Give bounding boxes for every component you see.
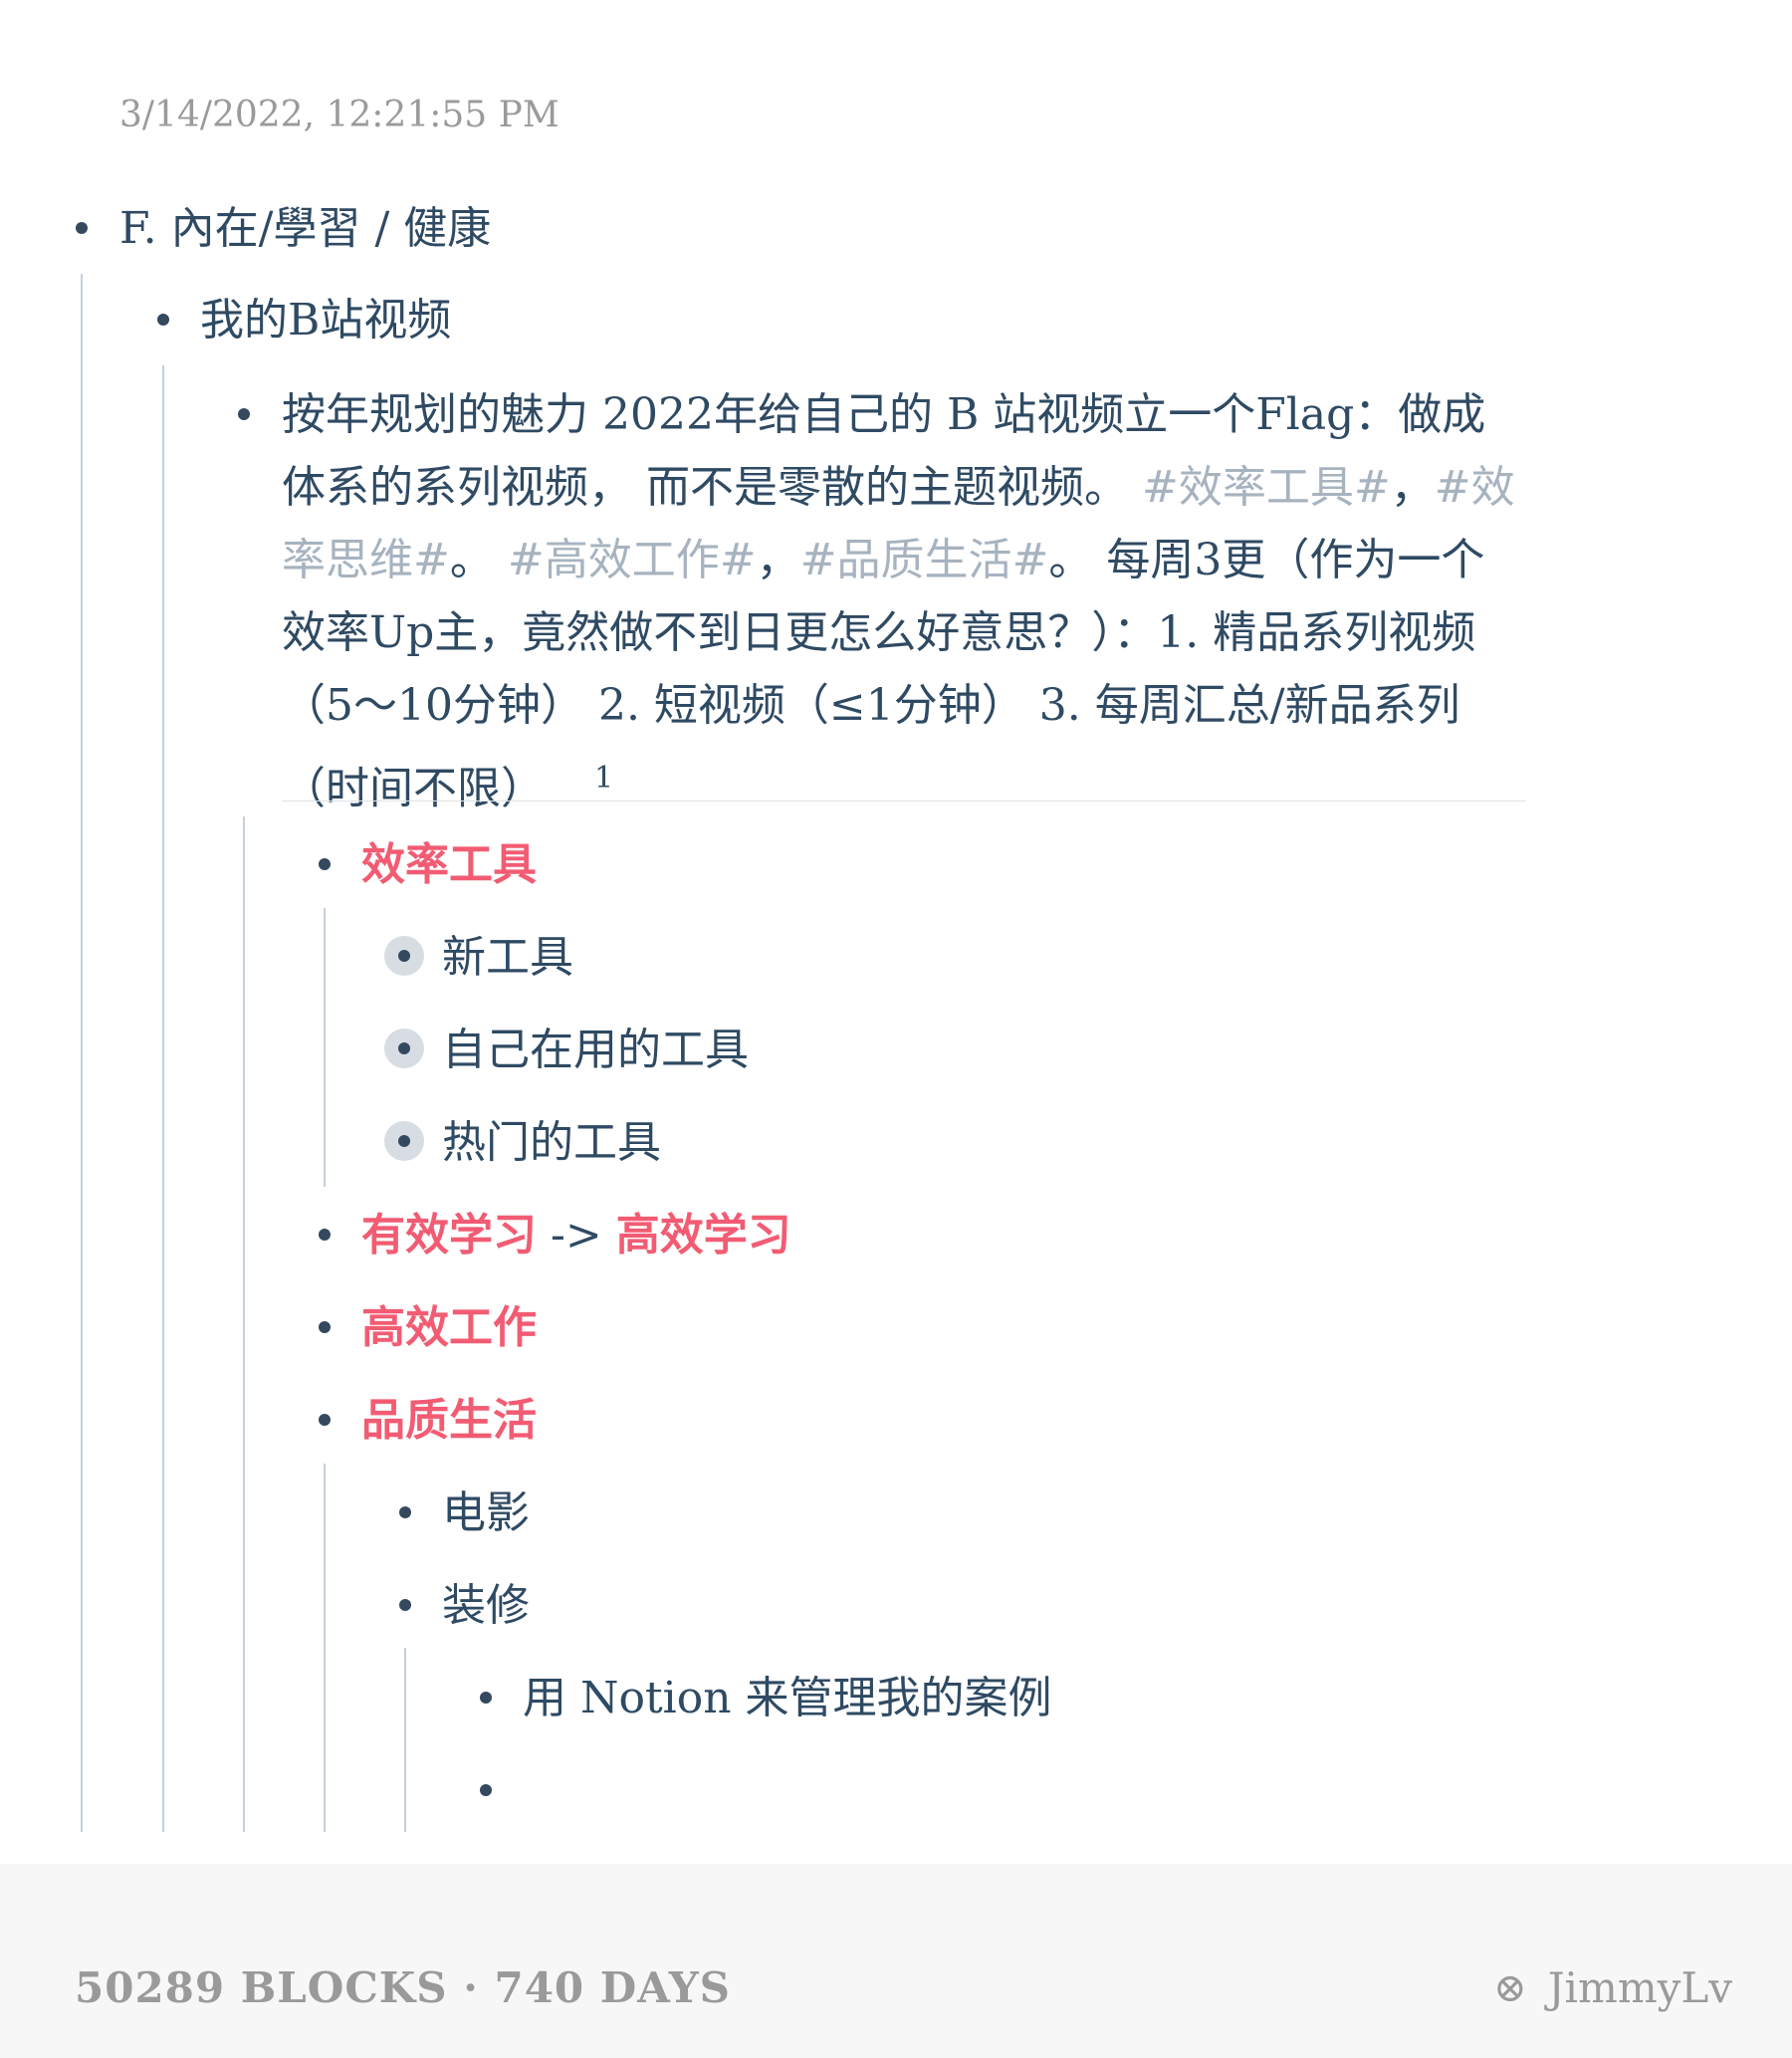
bullet-decoration[interactable] xyxy=(399,1599,411,1611)
guide-line-level1 xyxy=(81,274,83,1832)
flag-separator-1: ， xyxy=(1390,462,1435,513)
guide-line-efficiency-tools xyxy=(324,908,326,1187)
tag-efficient-learning[interactable]: 高效学习 xyxy=(616,1210,791,1260)
bullet-notion-cases[interactable] xyxy=(480,1692,492,1704)
outline-item-movie[interactable]: 电影 xyxy=(442,1491,530,1535)
bullet-efficient-work[interactable] xyxy=(319,1321,331,1333)
guide-line-level2 xyxy=(162,365,164,1832)
outline-item-notion-cases[interactable]: 用 Notion 来管理我的案例 xyxy=(523,1677,1052,1720)
outline-item-efficient-work[interactable]: 高效工作 xyxy=(361,1306,537,1350)
collapsed-bullet-own-tools[interactable] xyxy=(384,1029,424,1068)
outline-page: 3/14/2022, 12:21:55 PM F. 內在/學習 / 健康 我的B… xyxy=(0,0,1792,1864)
bullet-movie[interactable] xyxy=(399,1506,411,1518)
outline-item-learning[interactable]: 有效学习 -> 高效学习 xyxy=(361,1214,791,1258)
footer-username[interactable]: JimmyLv xyxy=(1548,1963,1732,2012)
tag-quality-life[interactable]: #品质生活# xyxy=(800,535,1049,585)
collapsed-bullet-new-tools[interactable] xyxy=(384,936,424,976)
outline-item-level1[interactable]: F. 內在/學習 / 健康 xyxy=(119,207,491,251)
bullet-level3[interactable] xyxy=(238,408,250,420)
settings-cross-icon[interactable]: ⊗ xyxy=(1493,1965,1527,2011)
footer-bar: 50289 BLOCKS · 740 DAYS ⊗ JimmyLv xyxy=(0,1864,1792,2058)
footer-stats: 50289 BLOCKS · 740 DAYS xyxy=(75,1963,732,2012)
tag-efficiency-tools[interactable]: #效率工具# xyxy=(1142,462,1391,513)
footnote-marker[interactable]: 1 xyxy=(594,761,613,796)
outline-item-bilibili-videos[interactable]: 我的B站视频 xyxy=(200,299,451,343)
outline-item-flag-paragraph[interactable]: 按年规划的魅力 2022年给自己的 B 站视频立一个Flag：做成体系的系列视频… xyxy=(282,378,1526,825)
flag-separator-3: ， xyxy=(756,535,800,585)
outline-item-own-tools[interactable]: 自己在用的工具 xyxy=(442,1029,749,1072)
timestamp: 3/14/2022, 12:21:55 PM xyxy=(119,95,560,135)
outline-item-new-tools[interactable]: 新工具 xyxy=(442,936,573,980)
tag-efficient-work[interactable]: #高效工作# xyxy=(508,535,757,585)
outline-item-quality-life[interactable]: 品质生活 xyxy=(361,1399,537,1443)
collapsed-bullet-hot-tools[interactable] xyxy=(384,1121,424,1161)
bullet-level2[interactable] xyxy=(157,314,169,326)
paragraph-divider xyxy=(282,800,1526,801)
guide-line-level3 xyxy=(243,816,245,1832)
bullet-learning[interactable] xyxy=(319,1229,331,1241)
bullet-empty-item[interactable] xyxy=(480,1784,492,1796)
bullet-quality-life[interactable] xyxy=(319,1414,331,1426)
flag-separator-2: 。 xyxy=(449,535,508,585)
outline-item-hot-tools[interactable]: 热门的工具 xyxy=(442,1121,661,1165)
outline-item-decoration[interactable]: 装修 xyxy=(442,1584,530,1628)
guide-line-decoration xyxy=(404,1648,406,1832)
bullet-efficiency-tools[interactable] xyxy=(319,858,331,870)
guide-line-quality-life xyxy=(324,1464,326,1832)
outline-item-efficiency-tools[interactable]: 效率工具 xyxy=(361,843,537,887)
tag-effective-learning[interactable]: 有效学习 xyxy=(361,1210,537,1260)
learning-arrow: -> xyxy=(537,1210,616,1260)
bullet-level1[interactable] xyxy=(76,222,88,234)
